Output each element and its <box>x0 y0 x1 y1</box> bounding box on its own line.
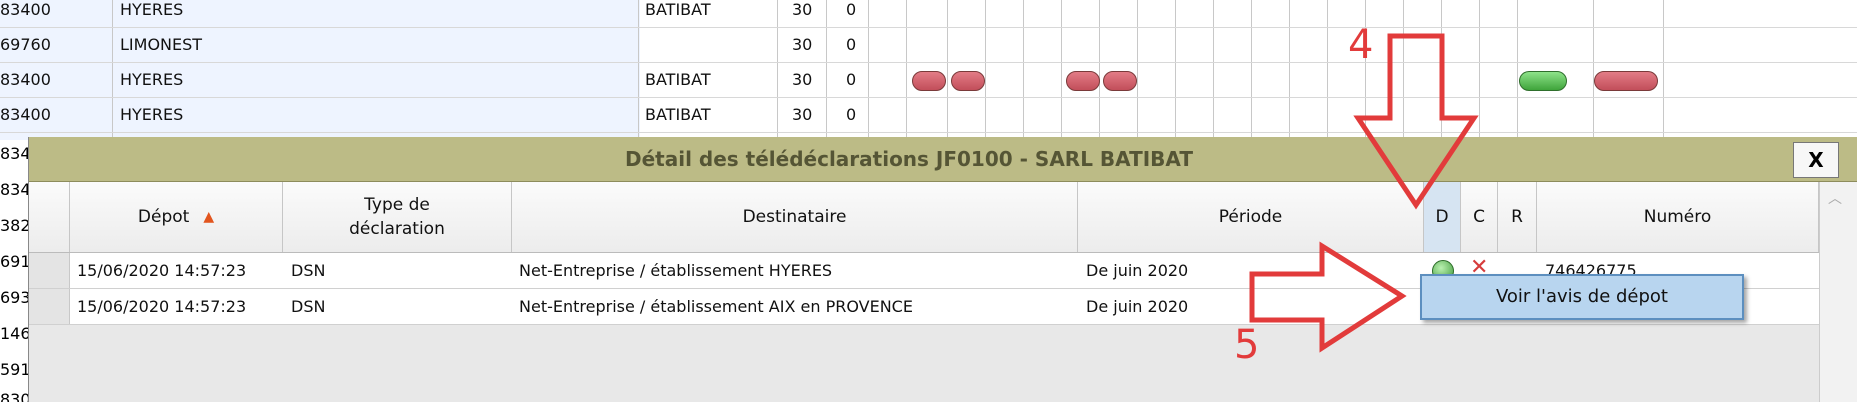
annotation-step-5: 5 <box>1234 322 1260 368</box>
screenshot-frame: 83400 HYERES BATIBAT 30 0 69760 LIMONEST… <box>0 0 1857 402</box>
annotation-step-4: 4 <box>1348 22 1374 68</box>
annotation-arrows <box>1249 33 1479 353</box>
annotation-arrow-right <box>1249 241 1407 353</box>
annotation-arrow-down <box>1353 33 1479 210</box>
